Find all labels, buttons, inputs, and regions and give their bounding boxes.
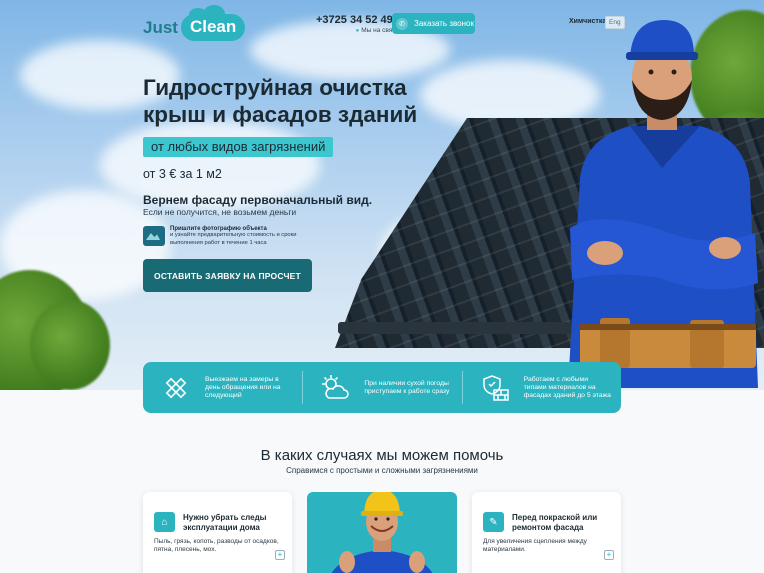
hero-title: Гидроструйная очистка крыш и фасадов зда…	[143, 75, 418, 127]
feature-item: При наличии сухой погоды приступаем к ра…	[302, 362, 461, 413]
phone-number[interactable]: +3725 34 52 492	[316, 14, 399, 26]
feature-text: При наличии сухой погоды приступаем к ра…	[364, 379, 450, 395]
hero-slogan: Вернем фасаду первоначальный вид.	[143, 193, 373, 207]
nav-link-himchistka[interactable]: Химчистка	[569, 18, 606, 25]
hero-slogan-sub: Если не получится, не возьмем деньги	[143, 207, 297, 217]
phone-icon: ✆	[396, 17, 408, 30]
features-bar: Выезжаем на замеры в день обращения или …	[143, 362, 621, 413]
case-card-title: Перед покраской или ремонтом фасада	[512, 513, 598, 532]
feature-item: Выезжаем на замеры в день обращения или …	[143, 362, 302, 413]
logo[interactable]: Just Clean	[143, 5, 246, 41]
photo-note-body: и узнайте предварительную стоимость и ср…	[170, 232, 297, 246]
case-card-text: Для увеличения сцепления между материала…	[483, 538, 587, 553]
case-card[interactable]: ⌂ Нужно убрать следы эксплуатации дома П…	[143, 492, 292, 573]
feature-text: Выезжаем на замеры в день обращения или …	[205, 375, 281, 399]
case-card[interactable]: ✎ Перед покраской или ремонтом фасада Дл…	[472, 492, 621, 573]
logo-text-clean: Clean	[189, 17, 237, 36]
expand-button[interactable]: +	[275, 550, 285, 560]
phone-block: +3725 34 52 492 Мы на связи	[316, 14, 399, 34]
logo-text-just: Just	[143, 17, 178, 37]
logo-cloud: Clean	[180, 5, 246, 41]
worker-helmet-image	[331, 492, 433, 573]
case-card-text: Пыль, грязь, копоть, разводы от осадков,…	[154, 538, 279, 553]
language-switch[interactable]: Eng	[605, 16, 625, 29]
callback-button[interactable]: ✆ Заказать звонок	[392, 13, 475, 34]
house-icon: ⌂	[154, 512, 175, 532]
feature-text: Работаем с любыми типами материалов на ф…	[523, 375, 611, 399]
case-card-title: Нужно убрать следы эксплуатации дома	[183, 513, 267, 532]
section-title: В каких случаях мы можем помочь	[260, 447, 504, 464]
worker-image	[568, 20, 758, 388]
expand-button[interactable]: +	[604, 550, 614, 560]
phone-status: Мы на связи	[316, 27, 399, 34]
hero-pill: от любых видов загрязнений	[143, 137, 334, 157]
section-subtitle: Справимся с простыми и сложными загрязне…	[286, 466, 478, 475]
shield-bricks-icon	[480, 373, 510, 403]
photo-note-text: Пришлите фотографию объекта и узнайте пр…	[170, 226, 310, 247]
photo-note: Пришлите фотографию объекта и узнайте пр…	[143, 226, 310, 247]
hero-background	[0, 0, 764, 390]
photo-icon	[143, 226, 165, 246]
roof-gutter	[338, 322, 588, 334]
tree-foliage	[30, 300, 110, 390]
callback-label: Заказать звонок	[414, 19, 474, 28]
ruler-pencil-icon	[161, 373, 191, 403]
feature-item: Работаем с любыми типами материалов на ф…	[461, 362, 621, 413]
request-estimate-button[interactable]: ОСТАВИТЬ ЗАЯВКУ НА ПРОСЧЕТ	[143, 259, 312, 292]
worker-helmet-card	[307, 492, 457, 573]
sun-cloud-icon	[320, 373, 350, 403]
paint-roller-icon: ✎	[483, 512, 504, 532]
hero-price: от 3 € за 1 м2	[143, 167, 222, 181]
